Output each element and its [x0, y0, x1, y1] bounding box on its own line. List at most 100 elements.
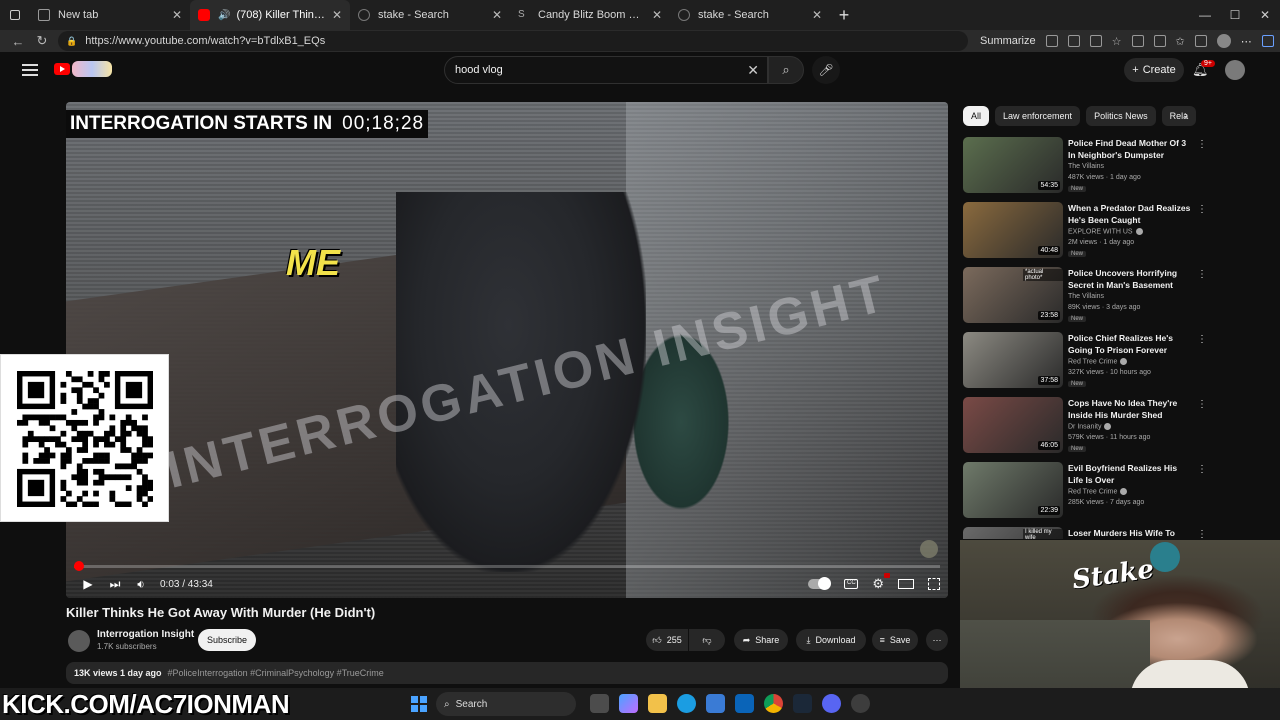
download-button[interactable]: ⤓ Download	[796, 629, 866, 651]
tab-candy-blitz[interactable]: S Candy Blitz Boom Enhanced RTP ✕	[510, 0, 670, 30]
video-thumbnail[interactable]: 46:05	[963, 397, 1063, 453]
apps-icon[interactable]	[1067, 35, 1080, 47]
next-button[interactable]: ⏭︎	[102, 570, 128, 598]
close-tab-icon[interactable]: ✕	[652, 8, 662, 22]
outlook-icon[interactable]	[735, 694, 754, 713]
more-vertical-icon[interactable]: ⋮	[1197, 464, 1207, 475]
more-vertical-icon[interactable]: ⋮	[1197, 399, 1207, 410]
recommendation-title[interactable]: Cops Have No Idea They're Inside His Mur…	[1068, 397, 1193, 421]
save-button[interactable]: ≡ Save	[872, 629, 918, 651]
like-button[interactable]: 👍︎ 255	[646, 629, 688, 651]
subscribe-button[interactable]: Subscribe	[198, 629, 256, 651]
file-explorer-icon[interactable]	[648, 694, 667, 713]
recommendation-channel[interactable]: Dr Insanity	[1068, 423, 1112, 430]
new-tab-button[interactable]: +	[830, 5, 858, 26]
maximize-icon[interactable]: ☐	[1220, 0, 1250, 30]
channel-avatar[interactable]	[68, 630, 90, 652]
description-box[interactable]: 13K views 1 day ago #PoliceInterrogation…	[66, 662, 948, 684]
progress-bar[interactable]	[74, 561, 940, 571]
clear-search-icon[interactable]: ✕	[747, 62, 759, 79]
recommendation-item[interactable]: 54:35 Police Find Dead Mother Of 3 In Ne…	[963, 137, 1208, 202]
recommendation-title[interactable]: Police Chief Realizes He's Going To Pris…	[1068, 332, 1193, 356]
chip-related[interactable]: Rela	[1161, 106, 1197, 126]
recommendation-item[interactable]: 37:58 Police Chief Realizes He's Going T…	[963, 332, 1208, 397]
more-vertical-icon[interactable]: ⋮	[1197, 269, 1207, 280]
profile-avatar[interactable]	[1216, 34, 1231, 48]
recommendation-item[interactable]: 40:48 When a Predator Dad Realizes He's …	[963, 202, 1208, 267]
tab-stake-search-2[interactable]: stake - Search ✕	[670, 0, 830, 30]
obs-icon[interactable]	[851, 694, 870, 713]
share-button[interactable]: ➦ Share	[734, 629, 788, 651]
settings-gear-icon[interactable]: ⚙	[872, 573, 890, 592]
theater-mode-icon[interactable]	[898, 579, 914, 589]
url-field[interactable]: 🔒 https://www.youtube.com/watch?v=bTdlxB…	[58, 31, 968, 51]
create-button[interactable]: + Create	[1124, 58, 1184, 82]
recommendation-title[interactable]: Police Find Dead Mother Of 3 In Neighbor…	[1068, 137, 1193, 161]
tab-youtube-video[interactable]: 🔊 (708) Killer Thinks He Got Aw ✕	[190, 0, 350, 30]
close-tab-icon[interactable]: ✕	[492, 8, 502, 22]
more-vertical-icon[interactable]: ⋮	[1197, 139, 1207, 150]
tab-actions-icon[interactable]	[0, 0, 30, 30]
collections-icon[interactable]	[1194, 35, 1207, 47]
chevron-right-icon[interactable]: ›	[1184, 108, 1188, 122]
video-thumbnail[interactable]: I killed my wife	[963, 527, 1063, 539]
taskbar-search[interactable]: ⌕ Search	[436, 692, 576, 716]
youtube-doodle[interactable]	[72, 61, 112, 77]
video-thumbnail[interactable]: 54:35	[963, 137, 1063, 193]
tab-stake-search-1[interactable]: stake - Search ✕	[350, 0, 510, 30]
speaker-icon[interactable]: 🔊	[218, 10, 230, 21]
recommendation-channel[interactable]: EXPLORE WITH US	[1068, 228, 1143, 235]
hashtags[interactable]: #PoliceInterrogation #CriminalPsychology…	[168, 668, 384, 678]
chip-law-enforcement[interactable]: Law enforcement	[995, 106, 1081, 126]
close-tab-icon[interactable]: ✕	[812, 8, 822, 22]
dislike-button[interactable]: 👎︎	[689, 629, 725, 651]
chip-all[interactable]: All	[963, 106, 990, 126]
copilot-app-icon[interactable]	[619, 694, 638, 713]
recommendation-channel[interactable]: The Villains	[1068, 293, 1104, 300]
channel-name[interactable]: Interrogation Insight	[97, 629, 194, 640]
back-icon[interactable]: ←	[6, 30, 30, 52]
recommendation-item[interactable]: I killed my wife Loser Murders His Wife …	[963, 527, 1208, 539]
close-tab-icon[interactable]: ✕	[332, 8, 342, 22]
recommendation-channel[interactable]: The Villains	[1068, 163, 1104, 170]
recommendation-item[interactable]: *actual photo* 23:58 Police Uncovers Horr…	[963, 267, 1208, 332]
summarize-button[interactable]: Summarize	[980, 35, 1036, 47]
recommendation-title[interactable]: When a Predator Dad Realizes He's Been C…	[1068, 202, 1193, 226]
volume-icon[interactable]: 🔉︎	[128, 570, 154, 598]
discord-icon[interactable]	[822, 694, 841, 713]
extensions-icon[interactable]	[1131, 35, 1144, 47]
close-window-icon[interactable]: ✕	[1250, 0, 1280, 30]
youtube-logo[interactable]	[54, 63, 70, 75]
hamburger-menu-icon[interactable]	[22, 64, 38, 76]
user-avatar[interactable]	[1225, 60, 1245, 80]
chrome-icon[interactable]	[764, 694, 783, 713]
video-thumbnail[interactable]: 22:39	[963, 462, 1063, 518]
extension-puzzle-icon[interactable]	[1153, 35, 1166, 47]
play-button[interactable]: ▶	[74, 570, 102, 598]
more-actions-button[interactable]: ⋯	[926, 629, 948, 651]
more-vertical-icon[interactable]: ⋮	[1197, 529, 1207, 539]
video-thumbnail[interactable]: *actual photo* 23:58	[963, 267, 1063, 323]
autoplay-toggle[interactable]	[808, 577, 832, 590]
close-tab-icon[interactable]: ✕	[172, 8, 182, 22]
windows-start-icon[interactable]	[411, 696, 427, 712]
copilot-icon[interactable]	[1261, 35, 1274, 47]
more-vertical-icon[interactable]: ⋮	[1197, 334, 1207, 345]
fullscreen-icon[interactable]	[928, 578, 940, 590]
tab-new-tab[interactable]: New tab ✕	[30, 0, 190, 30]
search-button[interactable]: ⌕	[768, 56, 804, 84]
favorite-star-icon[interactable]: ☆	[1112, 35, 1122, 48]
recommendation-channel[interactable]: Red Tree Crime	[1068, 488, 1128, 495]
video-thumbnail[interactable]: 37:58	[963, 332, 1063, 388]
steam-icon[interactable]	[793, 694, 812, 713]
recommendation-item[interactable]: 46:05 Cops Have No Idea They're Inside H…	[963, 397, 1208, 462]
channel-watermark-icon[interactable]	[920, 540, 938, 558]
recommendation-channel[interactable]: Red Tree Crime	[1068, 358, 1128, 365]
refresh-icon[interactable]: ↻	[30, 30, 54, 52]
recommendation-title[interactable]: Loser Murders His Wife To Avoid Her Divo…	[1068, 527, 1193, 539]
video-player[interactable]: INTERROGATION INSIGHT INTERROGATION STAR…	[66, 102, 948, 598]
zoom-icon[interactable]	[1089, 35, 1102, 47]
edge-icon[interactable]	[677, 694, 696, 713]
recommendation-item[interactable]: 22:39 Evil Boyfriend Realizes His Life I…	[963, 462, 1208, 527]
favorites-icon[interactable]: ✩	[1176, 35, 1185, 48]
